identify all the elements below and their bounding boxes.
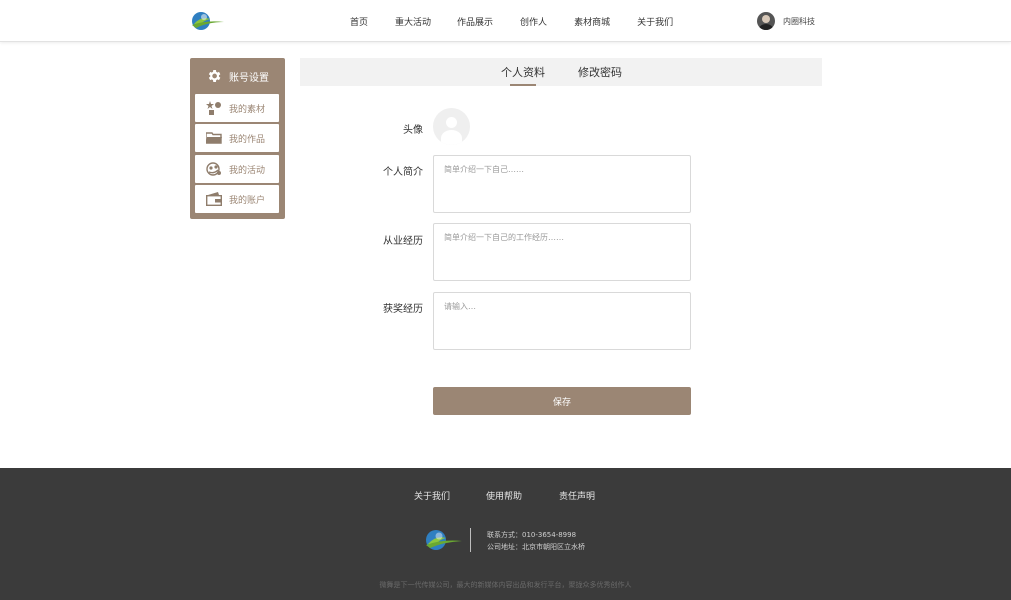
footer-slogan: 微舞是下一代传媒公司，最大的新媒体内容出品和发行平台，聚拢众多优秀创作人 xyxy=(379,581,632,589)
save-button[interactable]: 保存 xyxy=(433,387,691,415)
sidebar-item-label: 我的活动 xyxy=(229,165,266,176)
bio-field[interactable] xyxy=(433,155,691,213)
nav-about[interactable]: 关于我们 xyxy=(637,15,673,28)
sidebar-item-my-activities[interactable]: 我的活动 xyxy=(195,155,279,183)
bio-label: 个人简介 xyxy=(383,167,423,178)
sidebar-item-label: 我的账户 xyxy=(229,195,266,206)
nav-home[interactable]: 首页 xyxy=(350,15,368,28)
awards-label: 获奖经历 xyxy=(383,304,423,315)
site-footer: 关于我们 使用帮助 责任声明 联系方式：010-3654-8998 公司地址：北… xyxy=(0,468,1011,600)
footer-contact: 联系方式：010-3654-8998 xyxy=(487,531,577,539)
avatar-upload[interactable] xyxy=(433,108,470,145)
tab-change-password[interactable]: 修改密码 xyxy=(578,58,622,86)
awards-field[interactable] xyxy=(433,292,691,350)
account-sidebar: 账号设置 我的素材 我的作品 我的活动 我的账户 xyxy=(190,58,285,219)
tab-profile-label: 个人资料 xyxy=(501,66,545,79)
folder-icon xyxy=(206,131,222,145)
sidebar-title: 账号设置 xyxy=(229,72,269,84)
main-nav: 首页 重大活动 作品展示 创作人 素材商城 关于我们 xyxy=(340,0,673,42)
footer-divider xyxy=(470,528,471,552)
user-menu[interactable]: 内圈科技 xyxy=(757,12,815,30)
sidebar-item-label: 我的素材 xyxy=(229,104,266,115)
sidebar-header: 账号设置 xyxy=(190,58,285,94)
tab-profile[interactable]: 个人资料 xyxy=(501,58,545,86)
footer-link-help[interactable]: 使用帮助 xyxy=(486,489,522,502)
page: 首页 重大活动 作品展示 创作人 素材商城 关于我们 内圈科技 账号设置 我的素… xyxy=(0,0,1011,600)
wallet-icon xyxy=(206,192,222,206)
site-logo[interactable] xyxy=(190,10,224,32)
user-name[interactable]: 内圈科技 xyxy=(783,16,815,27)
user-avatar[interactable] xyxy=(757,12,775,30)
footer-logo xyxy=(426,530,462,550)
nav-works[interactable]: 作品展示 xyxy=(457,15,493,28)
nav-events[interactable]: 重大活动 xyxy=(395,15,431,28)
experience-label: 从业经历 xyxy=(383,236,423,247)
nav-creators[interactable]: 创作人 xyxy=(520,15,547,28)
sidebar-item-my-assets[interactable]: 我的素材 xyxy=(195,94,279,122)
footer-link-disclaimer[interactable]: 责任声明 xyxy=(559,489,595,502)
top-header: 首页 重大活动 作品展示 创作人 素材商城 关于我们 内圈科技 xyxy=(0,0,1011,42)
footer-link-about[interactable]: 关于我们 xyxy=(414,489,450,502)
avatar-label: 头像 xyxy=(403,125,423,136)
gear-icon xyxy=(208,70,221,82)
footer-address: 公司地址：北京市朝阳区立水桥 xyxy=(487,543,585,551)
activity-icon xyxy=(206,162,222,176)
assets-icon xyxy=(206,101,222,115)
profile-tabbar: 个人资料 修改密码 xyxy=(300,58,822,86)
sidebar-item-my-works[interactable]: 我的作品 xyxy=(195,124,279,152)
nav-store[interactable]: 素材商城 xyxy=(574,15,610,28)
experience-field[interactable] xyxy=(433,223,691,281)
tab-password-label: 修改密码 xyxy=(578,66,622,79)
sidebar-item-label: 我的作品 xyxy=(229,134,266,145)
sidebar-item-my-account[interactable]: 我的账户 xyxy=(195,185,279,213)
